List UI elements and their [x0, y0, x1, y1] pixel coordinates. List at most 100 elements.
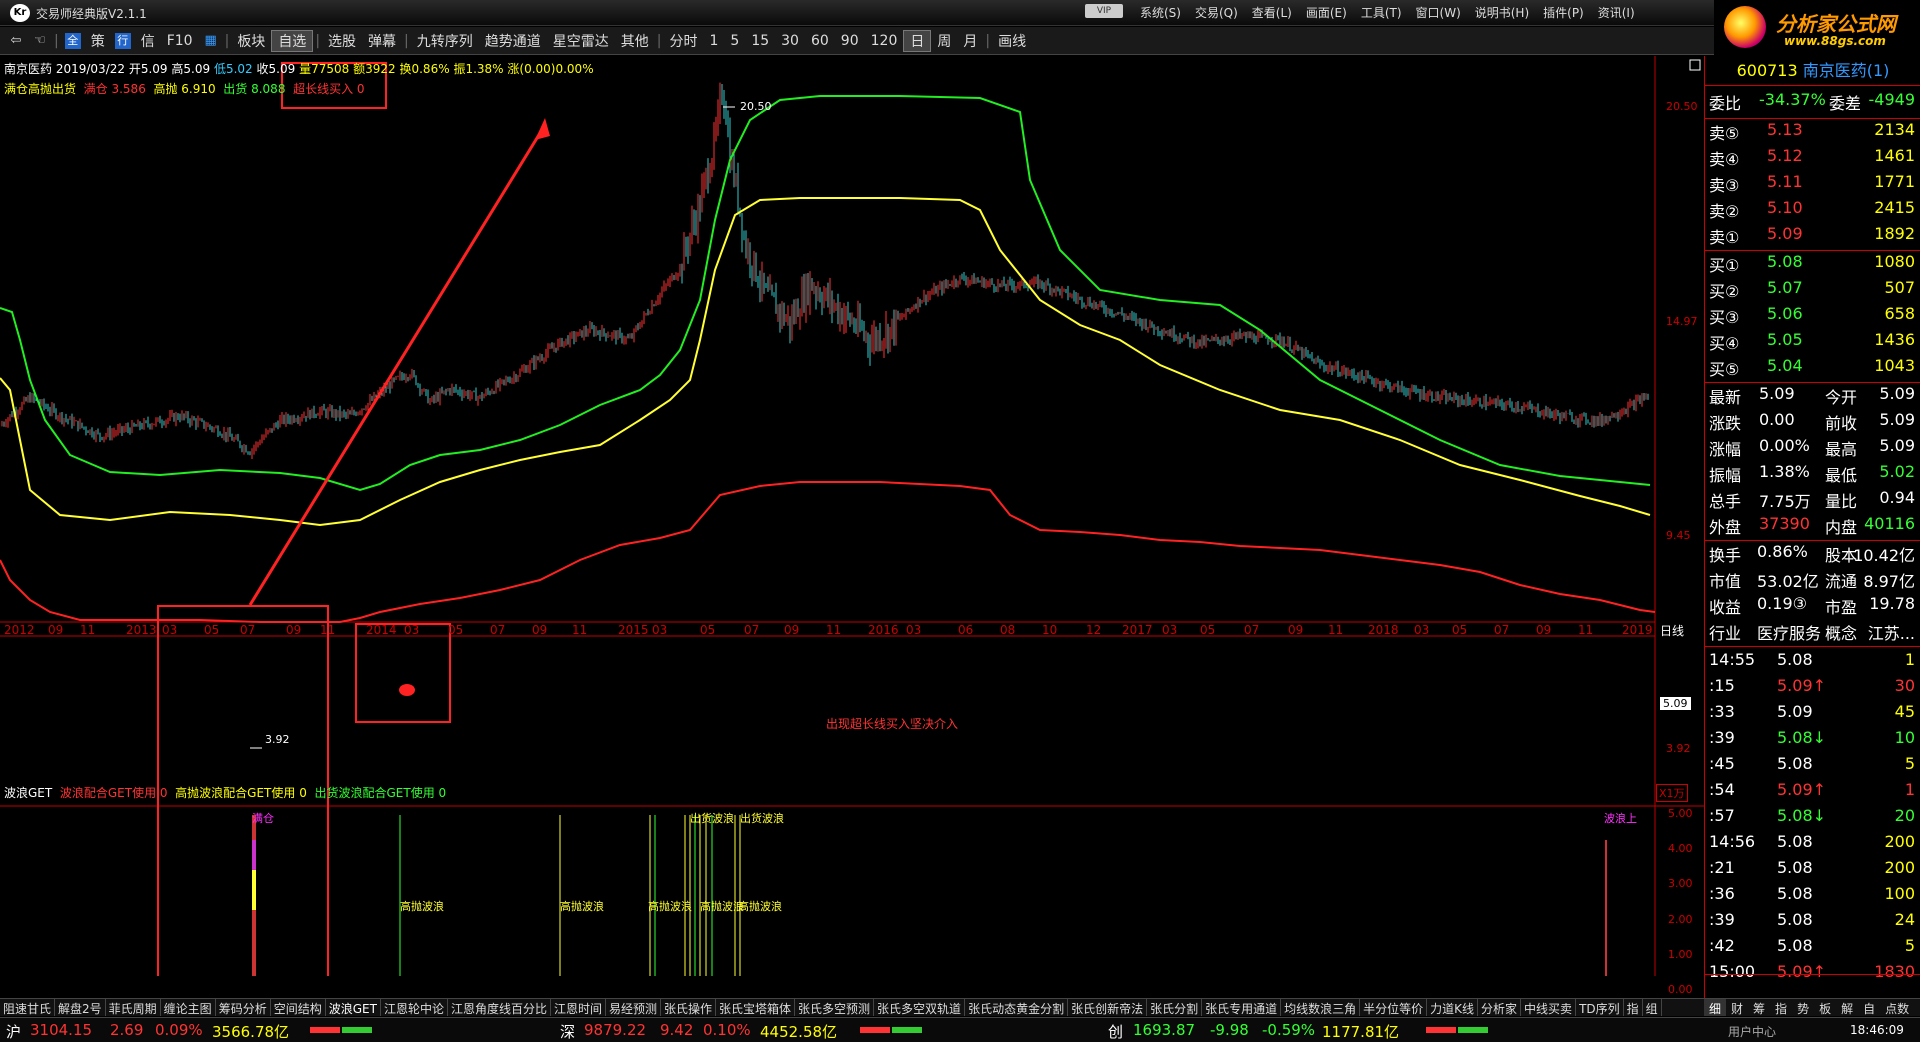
indicator-tab-10[interactable]: 易经预测 — [606, 999, 661, 1016]
indicator-tab-4[interactable]: 筹码分析 — [216, 999, 271, 1016]
menu-item-1[interactable]: 交易(Q) — [1195, 4, 1238, 21]
trough-label: 3.92 — [265, 733, 290, 746]
user-center-link[interactable]: 用户中心 — [1728, 1023, 1776, 1040]
indicator-tab-19[interactable]: 均线数浪三角 — [1281, 999, 1361, 1016]
x-label-1: 09 — [48, 623, 64, 637]
back-icon[interactable]: ⇦ — [8, 33, 24, 49]
period-week[interactable]: 周 — [931, 31, 957, 51]
tool-f10[interactable]: F10 — [161, 33, 199, 49]
tick-time: :21 — [1709, 858, 1735, 877]
tool-strategy[interactable]: 策 — [85, 31, 111, 51]
indicator-tab-24[interactable]: TD序列 — [1576, 999, 1624, 1016]
tool-danmu[interactable]: 弹幕 — [362, 31, 402, 51]
tool-quote[interactable]: 行 — [114, 32, 131, 49]
panel-tab-7[interactable]: 自 — [1858, 999, 1880, 1016]
indicator-tab-6[interactable]: 波浪GET — [326, 999, 381, 1016]
indicator-tab-23[interactable]: 中线买卖 — [1521, 999, 1577, 1016]
tool-draw[interactable]: 画线 — [992, 31, 1032, 51]
indicator-tab-11[interactable]: 张氏操作 — [661, 999, 717, 1016]
indicator-tab-14[interactable]: 张氏多空双轨道 — [874, 999, 966, 1016]
period-fenshi[interactable]: 分时 — [663, 31, 703, 51]
x-label-8: 11 — [320, 623, 336, 637]
tool-all[interactable]: 全 — [64, 32, 81, 49]
indicator-tab-2[interactable]: 菲氏周期 — [106, 999, 161, 1016]
menu-item-5[interactable]: 窗口(W) — [1416, 4, 1461, 21]
indicator-tab-12[interactable]: 张氏宝塔箱体 — [716, 999, 796, 1016]
menu-item-4[interactable]: 工具(T) — [1361, 4, 1402, 21]
period-label[interactable]: 日线 — [1660, 622, 1684, 639]
menu-item-0[interactable]: 系统(S) — [1140, 4, 1181, 21]
panel-tab-2[interactable]: 筹 — [1748, 999, 1770, 1016]
kline-chart[interactable] — [0, 56, 1704, 976]
tick-time: :33 — [1709, 702, 1735, 721]
stat-value-2: 5.09 — [1879, 436, 1915, 455]
cy-label: 创 — [1108, 1023, 1124, 1041]
menu-item-3[interactable]: 画面(E) — [1306, 4, 1347, 21]
tool-screen[interactable]: 选股 — [322, 31, 362, 51]
indicator-tab-16[interactable]: 张氏创新帝法 — [1068, 999, 1148, 1016]
tool-nine[interactable]: 九转序列 — [411, 31, 479, 51]
panel-tab-0[interactable]: 细 — [1704, 999, 1727, 1016]
indicator-tab-5[interactable]: 空间结构 — [271, 999, 326, 1016]
stat-value: 37390 — [1759, 514, 1810, 533]
tick-volume: 100 — [1884, 884, 1915, 903]
grid-icon[interactable]: ▦ — [203, 33, 219, 49]
peak-label: 20.50 — [740, 100, 772, 113]
indicator-tab-22[interactable]: 分析家 — [1478, 999, 1522, 1016]
stat-value: 1.38% — [1759, 462, 1810, 481]
period-90[interactable]: 90 — [835, 33, 865, 49]
menu-item-8[interactable]: 资讯(I) — [1598, 4, 1635, 21]
tool-other[interactable]: 其他 — [615, 31, 655, 51]
panel-tab-6[interactable]: 解 — [1836, 999, 1858, 1016]
quote-header[interactable]: 600713 南京医药(1) — [1705, 56, 1920, 86]
tool-info[interactable]: 信 — [135, 31, 161, 51]
tool-radar[interactable]: 星空雷达 — [547, 31, 615, 51]
indicator-tab-18[interactable]: 张氏专用通道 — [1202, 999, 1282, 1016]
panel-tab-1[interactable]: 财 — [1726, 999, 1748, 1016]
period-month[interactable]: 月 — [957, 31, 983, 51]
indicator-tab-21[interactable]: 力道K线 — [1427, 999, 1479, 1016]
bid-price: 5.07 — [1767, 278, 1803, 297]
indicator-tab-17[interactable]: 张氏分割 — [1147, 999, 1203, 1016]
indicator-tab-1[interactable]: 解盘2号 — [55, 999, 106, 1016]
period-1[interactable]: 1 — [703, 33, 724, 49]
period-30[interactable]: 30 — [775, 33, 805, 49]
period-120[interactable]: 120 — [865, 33, 904, 49]
panel-tab-3[interactable]: 指 — [1770, 999, 1792, 1016]
menu-item-2[interactable]: 查看(L) — [1252, 4, 1292, 21]
zoom-label[interactable]: X1万 — [1656, 784, 1688, 802]
tick-row-4: :45 5.08 5 — [1705, 754, 1920, 780]
indicator-tab-0[interactable]: 阻速甘氏 — [0, 999, 56, 1016]
indicator-tab-13[interactable]: 张氏多空预测 — [795, 999, 875, 1016]
tick-row-9: :36 5.08 100 — [1705, 884, 1920, 910]
fund-label-2: 市盈 — [1825, 598, 1858, 617]
period-day[interactable]: 日 — [903, 29, 932, 52]
indicator-tab-26[interactable]: 组 — [1643, 999, 1662, 1016]
menu-item-6[interactable]: 说明书(H) — [1475, 4, 1529, 21]
indicator-tab-25[interactable]: 指 — [1624, 999, 1643, 1016]
change-value: 涨(0.00)0.00% — [507, 62, 594, 76]
period-60[interactable]: 60 — [805, 33, 835, 49]
panel-tab-5[interactable]: 板 — [1814, 999, 1836, 1016]
vip-badge[interactable]: VIP — [1085, 4, 1123, 18]
tool-watchlist[interactable]: 自选 — [271, 29, 314, 52]
period-5[interactable]: 5 — [724, 33, 745, 49]
indicator-tab-7[interactable]: 江恩轮中论 — [381, 999, 448, 1016]
indicator-tab-20[interactable]: 半分位等价 — [1360, 999, 1428, 1016]
fund-label: 行业 — [1709, 624, 1742, 643]
indicator-full: 满仓 3.586 — [83, 82, 146, 96]
panel-tab-4[interactable]: 势 — [1792, 999, 1814, 1016]
menu-item-7[interactable]: 插件(P) — [1543, 4, 1584, 21]
x-label-35: 05 — [1452, 623, 1468, 637]
panel-tab-8[interactable]: 点数 — [1880, 999, 1914, 1016]
indicator-tab-9[interactable]: 江恩时间 — [551, 999, 606, 1016]
period-15[interactable]: 15 — [745, 33, 775, 49]
tool-trend[interactable]: 趋势通道 — [479, 31, 547, 51]
indicator-tab-3[interactable]: 缠论主图 — [161, 999, 216, 1016]
indicator-tab-8[interactable]: 江恩角度线百分比 — [448, 999, 551, 1016]
tick-price: 5.09 — [1777, 702, 1813, 721]
bid-price: 5.05 — [1767, 330, 1803, 349]
indicator-tab-15[interactable]: 张氏动态黄金分割 — [965, 999, 1069, 1016]
hand-icon[interactable]: ☜ — [32, 33, 48, 49]
tool-sector[interactable]: 板块 — [231, 31, 271, 51]
